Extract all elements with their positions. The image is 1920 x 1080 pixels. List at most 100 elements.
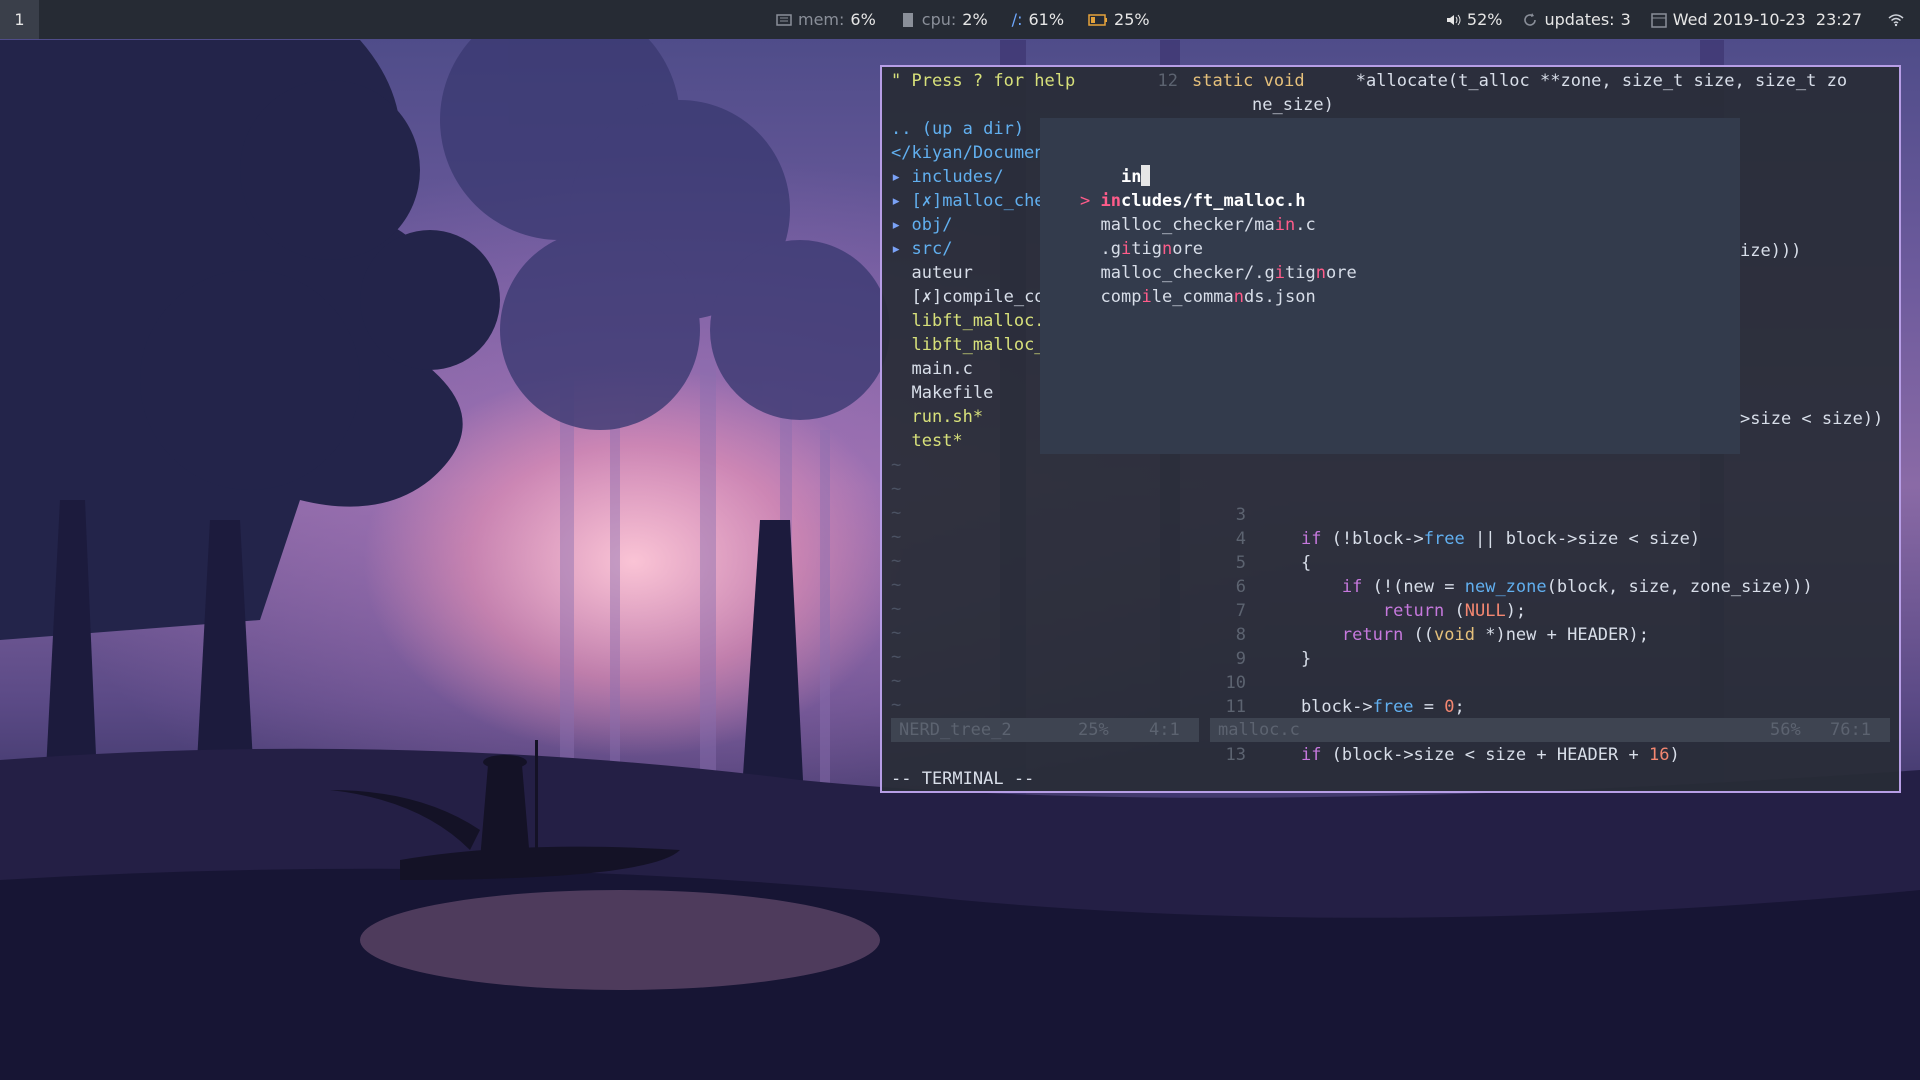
workspace-number: 1 xyxy=(14,10,25,29)
updates-value: 3 xyxy=(1620,10,1631,29)
nerdtree-status-pos: 4:1 xyxy=(1149,720,1180,740)
code-line: 5 { xyxy=(1210,551,1311,575)
editor-status-pct: 56% xyxy=(1770,720,1801,740)
nerdtree-item-label: includes/ xyxy=(911,167,1004,187)
fzf-result-label: malloc_checker/.gitignore xyxy=(1100,263,1357,283)
nerdtree-file-item[interactable]: libft_malloc_ xyxy=(891,333,1045,357)
code-line-12-wrap: ne_size) xyxy=(1252,95,1334,115)
nerdtree-status-name: NERD_tree_2 xyxy=(899,720,1012,740)
code-line: 13 if (block->size < size + HEADER + 16) xyxy=(1210,743,1680,767)
memory-module: mem: 6% xyxy=(776,10,876,29)
empty-line-marker: ~ xyxy=(891,647,902,667)
nerdtree-item-label: Makefile xyxy=(911,383,994,403)
code-line: 11 block->free = 0; xyxy=(1210,695,1465,719)
nerdtree-dir-item[interactable]: ▸ obj/ xyxy=(891,213,952,237)
code-text: { xyxy=(1260,553,1312,573)
cpu-icon xyxy=(902,12,913,27)
memory-label: mem: xyxy=(798,10,845,29)
cpu-label: cpu: xyxy=(921,10,957,29)
nerdtree-file-item[interactable]: Makefile xyxy=(891,381,993,405)
pointer-spacer xyxy=(1080,287,1100,307)
fzf-query[interactable]: in xyxy=(1121,167,1141,187)
system-stats: mem: 6% cpu: 2% /: 61% 25% xyxy=(776,0,1150,39)
workspace-indicator[interactable]: 1 xyxy=(0,0,39,39)
editor-statusline: malloc.c 56% 76:1 xyxy=(1210,718,1890,742)
nerdtree-item-label: test* xyxy=(911,431,963,451)
fzf-result[interactable]: .gitignore xyxy=(1080,237,1203,261)
line-number: 11 xyxy=(1225,697,1246,717)
right-modules: 52% updates: 3 Wed 2019-10-23 23:27 xyxy=(1445,0,1904,39)
fzf-result[interactable]: malloc_checker/.gitignore xyxy=(1080,261,1357,285)
code-line: 4 if (!block->free || block->size < size… xyxy=(1210,527,1700,551)
empty-line-marker: ~ xyxy=(891,527,902,547)
battery-icon xyxy=(1088,13,1108,26)
fzf-result-label: .gitignore xyxy=(1100,239,1203,259)
line-number: 9 xyxy=(1235,649,1246,669)
pointer-spacer xyxy=(1080,263,1100,283)
fzf-query-line[interactable]: in xyxy=(1080,141,1151,187)
fzf-result[interactable]: malloc_checker/main.c xyxy=(1080,213,1316,237)
disk-module: /: 61% xyxy=(1012,10,1064,29)
code-line: 9 } xyxy=(1210,647,1311,671)
disk-value: 61% xyxy=(1028,10,1065,29)
nerdtree-statusline: NERD_tree_2 25% 4:1 xyxy=(891,718,1199,742)
fzf-result-label: malloc_checker/main.c xyxy=(1100,215,1316,235)
nerdtree-up-dir[interactable]: .. (up a dir) xyxy=(891,117,1024,141)
datetime: Wed 2019-10-23 23:27 xyxy=(1672,10,1862,29)
nerdtree-item-label: libft_malloc_ xyxy=(911,335,1045,355)
nerdtree-item-label: [✗]malloc_che xyxy=(911,191,1045,211)
line-number: 13 xyxy=(1225,745,1246,765)
nerdtree-file-item[interactable]: libft_malloc. xyxy=(891,309,1044,333)
updates-module[interactable]: updates: 3 xyxy=(1522,10,1631,29)
nerdtree-file-item[interactable]: auteur xyxy=(891,261,972,285)
nerdtree-cwd[interactable]: </kiyan/Documen xyxy=(891,141,1045,165)
empty-line-marker: ~ xyxy=(891,623,902,643)
fzf-result-label: compile_commands.json xyxy=(1100,287,1316,307)
wifi-icon[interactable] xyxy=(1888,12,1904,28)
volume-value: 52% xyxy=(1466,10,1503,29)
nerdtree-help: " Press ? for help xyxy=(891,71,1076,91)
code-text: return (NULL); xyxy=(1382,601,1527,621)
disk-label: /: xyxy=(1011,10,1023,29)
nerdtree-item-label: run.sh* xyxy=(911,407,984,427)
nerdtree-dir-item[interactable]: ▸ includes/ xyxy=(891,165,1004,189)
cpu-module: cpu: 2% xyxy=(900,10,988,29)
text-cursor xyxy=(1141,165,1151,186)
volume-module[interactable]: 52% xyxy=(1445,10,1503,29)
empty-line-marker: ~ xyxy=(891,671,902,691)
code-static-void: static void xyxy=(1192,71,1305,91)
nerdtree-file-item[interactable]: run.sh* xyxy=(891,405,983,429)
expand-arrow-icon: ▸ xyxy=(891,191,912,211)
expand-arrow-icon: ▸ xyxy=(891,239,912,259)
nerdtree-status-pct: 25% xyxy=(1078,720,1109,740)
date-module[interactable]: Wed 2019-10-23 23:27 xyxy=(1651,10,1862,29)
nerdtree-item-label: main.c xyxy=(911,359,973,379)
expand-arrow-icon: ▸ xyxy=(891,215,912,235)
refresh-icon xyxy=(1524,12,1537,26)
nerdtree-file-item[interactable]: main.c xyxy=(891,357,973,381)
nerdtree-file-item[interactable]: [✗]compile_co xyxy=(891,285,1044,309)
selection-pointer-icon: > xyxy=(1080,191,1101,211)
nerdtree-file-item[interactable]: test* xyxy=(891,429,963,453)
code-text: if (!(new = new_zone(block, size, zone_s… xyxy=(1341,577,1813,597)
empty-line-marker: ~ xyxy=(891,455,902,475)
fzf-result-selected[interactable]: > includes/ft_malloc.h xyxy=(1080,189,1305,213)
fzf-popup[interactable]: in > includes/ft_malloc.h malloc_checker… xyxy=(1040,118,1740,454)
editor-status-pos: 76:1 xyxy=(1830,720,1871,740)
code-text: if (block->size < size + HEADER + 16) xyxy=(1300,745,1680,765)
fzf-result[interactable]: compile_commands.json xyxy=(1080,285,1316,309)
empty-line-marker: ~ xyxy=(891,551,902,571)
line-number: 6 xyxy=(1235,577,1246,597)
line-number: 12 xyxy=(1157,71,1178,91)
code-line: 3 xyxy=(1210,503,1260,527)
code-line: 8 return ((void *)new + HEADER); xyxy=(1210,623,1649,647)
nerdtree-dir-item[interactable]: ▸ [✗]malloc_che xyxy=(891,189,1045,213)
nerdtree-dir-item[interactable]: ▸ src/ xyxy=(891,237,952,261)
line-number: 7 xyxy=(1235,601,1246,621)
